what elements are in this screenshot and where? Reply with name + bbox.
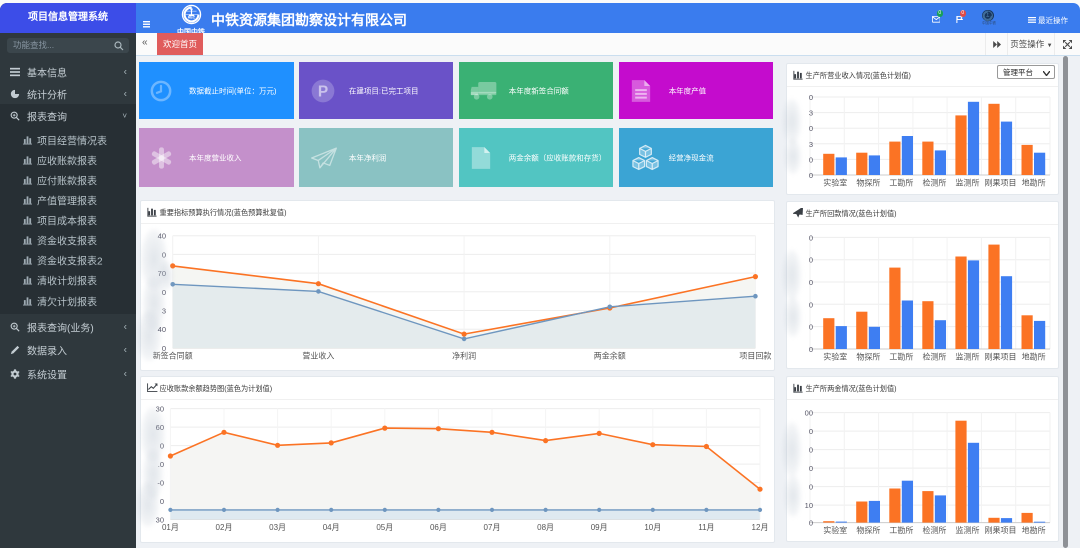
svg-text:营业收入: 营业收入 bbox=[302, 351, 334, 361]
svg-text:实验室: 实验室 bbox=[823, 178, 847, 188]
svg-text:0: 0 bbox=[809, 519, 813, 528]
svg-text:0: 0 bbox=[809, 256, 813, 265]
svg-text:00: 00 bbox=[805, 409, 813, 418]
svg-text:监测所: 监测所 bbox=[956, 525, 980, 535]
svg-text:检测所: 检测所 bbox=[922, 525, 946, 535]
svg-text:11月: 11月 bbox=[698, 523, 714, 532]
svg-text:3: 3 bbox=[809, 109, 813, 118]
svg-text:0: 0 bbox=[809, 300, 813, 309]
svg-text:REC: REC bbox=[187, 16, 195, 20]
svg-text:0: 0 bbox=[809, 483, 813, 492]
svg-text:0: 0 bbox=[809, 171, 813, 180]
svg-text:0: 0 bbox=[809, 233, 813, 242]
svg-text:0: 0 bbox=[809, 124, 813, 133]
svg-text:刚果项目: 刚果项目 bbox=[985, 526, 1017, 535]
svg-text:监测所: 监测所 bbox=[956, 352, 980, 362]
svg-text:0: 0 bbox=[809, 427, 813, 436]
svg-text:07月: 07月 bbox=[484, 523, 501, 532]
svg-text:04月: 04月 bbox=[323, 523, 340, 532]
svg-text:08月: 08月 bbox=[537, 523, 554, 532]
svg-text:两金余额: 两金余额 bbox=[594, 351, 626, 361]
svg-text:物探所: 物探所 bbox=[856, 525, 880, 535]
svg-text:0: 0 bbox=[809, 323, 813, 332]
svg-text:0: 0 bbox=[809, 155, 813, 164]
svg-text:刚果项目: 刚果项目 bbox=[985, 179, 1017, 188]
svg-text:地勘所: 地勘所 bbox=[1022, 352, 1046, 362]
svg-text:工勘所: 工勘所 bbox=[889, 352, 913, 362]
svg-text:监测所: 监测所 bbox=[956, 178, 980, 188]
svg-text:03月: 03月 bbox=[269, 523, 286, 532]
svg-text:0: 0 bbox=[809, 93, 813, 102]
svg-text:06月: 06月 bbox=[430, 523, 447, 532]
svg-text:0: 0 bbox=[809, 345, 813, 354]
svg-text:实验室: 实验室 bbox=[823, 525, 847, 535]
svg-text:物探所: 物探所 bbox=[856, 178, 880, 188]
svg-text:0: 0 bbox=[809, 464, 813, 473]
svg-text:12月: 12月 bbox=[752, 523, 769, 532]
svg-text:检测所: 检测所 bbox=[922, 352, 946, 362]
svg-text:地勘所: 地勘所 bbox=[1022, 178, 1046, 188]
svg-text:0: 0 bbox=[809, 278, 813, 287]
svg-text:地勘所: 地勘所 bbox=[1022, 525, 1046, 535]
svg-text:10月: 10月 bbox=[644, 523, 661, 532]
svg-text:项目回款: 项目回款 bbox=[739, 351, 771, 361]
svg-text:P: P bbox=[318, 83, 328, 100]
svg-text:净利润: 净利润 bbox=[452, 351, 476, 361]
svg-text:物探所: 物探所 bbox=[856, 352, 880, 362]
svg-text:09月: 09月 bbox=[591, 523, 608, 532]
svg-text:0: 0 bbox=[160, 497, 164, 506]
svg-text:工勘所: 工勘所 bbox=[889, 178, 913, 188]
svg-text:3: 3 bbox=[809, 140, 813, 149]
svg-text:检测所: 检测所 bbox=[922, 178, 946, 188]
svg-text:05月: 05月 bbox=[376, 523, 393, 532]
svg-text:10: 10 bbox=[805, 501, 813, 510]
svg-text:新签合同额: 新签合同额 bbox=[153, 351, 193, 361]
svg-text:02月: 02月 bbox=[216, 523, 233, 532]
svg-text:工勘所: 工勘所 bbox=[889, 525, 913, 535]
svg-text:刚果项目: 刚果项目 bbox=[985, 353, 1017, 362]
svg-text:0: 0 bbox=[809, 446, 813, 455]
svg-text:实验室: 实验室 bbox=[823, 352, 847, 362]
svg-text:01月: 01月 bbox=[162, 523, 179, 532]
